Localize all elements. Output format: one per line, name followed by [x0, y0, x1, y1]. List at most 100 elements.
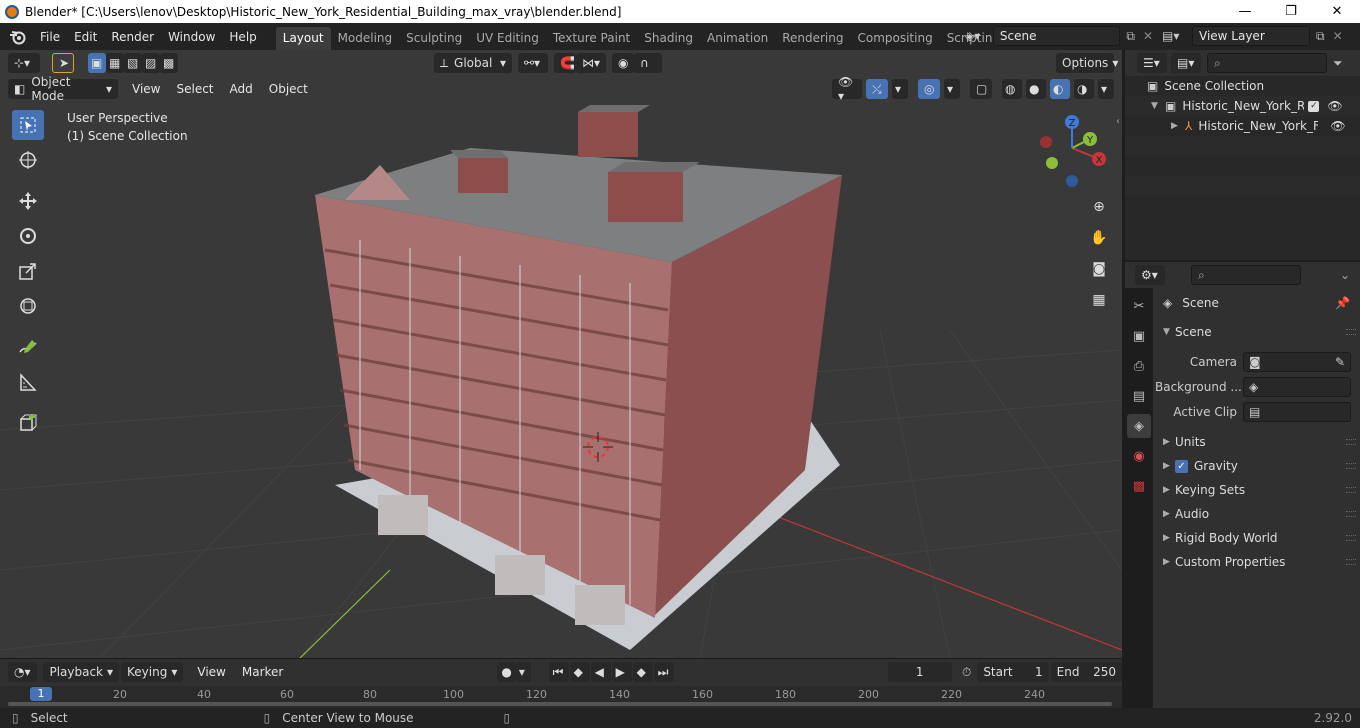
wireframe-shading-icon[interactable]: ◍	[1002, 79, 1022, 99]
select-box-tool-icon[interactable]	[12, 110, 44, 140]
eye-icon[interactable]: 👁	[1327, 99, 1342, 113]
select-extend-icon[interactable]: ▦	[106, 53, 124, 73]
timeline-ruler[interactable]: 1 20 40 60 80 100 120 140 160 180 200 22…	[0, 686, 1122, 708]
navigation-gizmo[interactable]: X Y Z	[1034, 110, 1114, 190]
outliner-editor-type-button[interactable]: ☰▾	[1137, 53, 1167, 73]
camera-field[interactable]: ◙ ✎	[1243, 352, 1351, 372]
background-field[interactable]: ◈	[1243, 377, 1351, 397]
tool-tab-icon[interactable]: ✂	[1127, 294, 1151, 318]
close-button[interactable]: ✕	[1314, 0, 1360, 23]
pin-icon[interactable]: 📌	[1335, 296, 1350, 310]
sidebar-toggle-icon[interactable]: ‹	[1116, 116, 1120, 127]
exclude-checkbox[interactable]: ✓	[1308, 100, 1320, 112]
menu-select[interactable]: Select	[168, 82, 221, 96]
menu-add[interactable]: Add	[222, 82, 261, 96]
rotate-tool-icon[interactable]	[12, 221, 44, 251]
display-mode-dropdown[interactable]: ▤▾	[1171, 53, 1201, 73]
panel-audio-header[interactable]: ▶ Audio	[1155, 502, 1360, 526]
view-layer-tab-icon[interactable]: ▤	[1127, 384, 1151, 408]
menu-render[interactable]: Render	[104, 30, 161, 44]
output-tab-icon[interactable]: ⎙	[1127, 354, 1151, 378]
outliner-search-input[interactable]: ⌕	[1207, 53, 1327, 73]
panel-rigid-body-world-header[interactable]: ▶ Rigid Body World	[1155, 526, 1360, 550]
properties-search-input[interactable]: ⌕	[1191, 265, 1301, 285]
blender-logo-icon[interactable]	[9, 28, 27, 46]
chevron-down-icon[interactable]: ⌄	[1340, 268, 1350, 282]
object-mode-dropdown[interactable]: ◧ Object Mode ▾	[8, 75, 118, 103]
eye-icon[interactable]: 👁	[1330, 119, 1345, 133]
playback-dropdown[interactable]: Playback ▾	[43, 662, 120, 682]
editor-type-button[interactable]: ⊹▾	[8, 53, 40, 73]
tab-uv-editing[interactable]: UV Editing	[469, 27, 546, 50]
rendered-shading-icon[interactable]: ◑	[1074, 79, 1094, 99]
render-tab-icon[interactable]: ▣	[1127, 324, 1151, 348]
timeline-menu-marker[interactable]: Marker	[234, 665, 291, 679]
timeline-editor[interactable]: ◔▾ Playback ▾ Keying ▾ View Marker ● ▾ ⏮ ◆…	[0, 658, 1122, 708]
scene-tab-icon[interactable]: ◈	[1127, 414, 1151, 438]
menu-object[interactable]: Object	[261, 82, 316, 96]
scene-selector[interactable]: ◈▾ Scene ⧉ ✕	[965, 26, 1153, 46]
active-tool-icon[interactable]: ➤	[52, 53, 74, 73]
record-options-dropdown[interactable]: ▾	[515, 662, 531, 682]
ortho-grid-icon[interactable]: ▦	[1086, 287, 1112, 313]
remove-scene-icon[interactable]: ✕	[1143, 29, 1153, 43]
options-dropdown[interactable]: Options ▾	[1056, 53, 1118, 73]
pan-hand-icon[interactable]: ✋	[1086, 225, 1112, 251]
drag-handle-icon[interactable]	[1346, 463, 1356, 469]
zoom-icon[interactable]: ⊕	[1086, 194, 1112, 220]
filter-icon[interactable]: ⏷	[1333, 56, 1343, 71]
minimize-button[interactable]: —	[1222, 0, 1268, 23]
tab-texture-paint[interactable]: Texture Paint	[546, 27, 637, 50]
timeline-editor-type-button[interactable]: ◔▾	[8, 662, 38, 682]
panel-gravity-header[interactable]: ▶ ✓ Gravity	[1155, 454, 1360, 478]
scene-name-field[interactable]: Scene	[992, 26, 1121, 46]
select-subtract-icon[interactable]: ▧	[124, 53, 142, 73]
tab-layout[interactable]: Layout	[275, 27, 331, 50]
world-tab-icon[interactable]: ◉	[1127, 444, 1151, 468]
outliner-row-object[interactable]: ▶ ⅄ Historic_New_York_F 👁	[1125, 116, 1360, 136]
tab-animation[interactable]: Animation	[700, 27, 775, 50]
remove-view-layer-icon[interactable]: ✕	[1333, 29, 1343, 43]
current-frame-field[interactable]: 1	[887, 662, 952, 682]
gizmo-toggle-icon[interactable]: ⤯	[866, 79, 888, 99]
proportional-edit-icon[interactable]: ◉	[612, 53, 634, 73]
prev-keyframe-icon[interactable]: ◆	[569, 662, 590, 682]
properties-editor[interactable]: ⚙▾ ⌕ ⌄ ✂ ▣ ⎙ ▤ ◈ ◉ ▩ ◈ Scene 📌 ▼ Scene C…	[1125, 262, 1360, 708]
active-clip-field[interactable]: ▤	[1243, 402, 1351, 422]
tab-modeling[interactable]: Modeling	[331, 27, 400, 50]
overlay-dropdown[interactable]: ▾	[944, 79, 960, 99]
material-preview-shading-icon[interactable]: ◐	[1050, 79, 1070, 99]
panel-scene-header[interactable]: ▼ Scene	[1155, 320, 1360, 344]
cursor-tool-icon[interactable]	[12, 145, 44, 175]
scale-tool-icon[interactable]	[12, 256, 44, 286]
shading-dropdown[interactable]: ▾	[1098, 79, 1114, 99]
visibility-dropdown[interactable]: 👁▾	[832, 75, 862, 103]
tab-rendering[interactable]: Rendering	[775, 27, 850, 50]
playhead[interactable]: 1	[30, 687, 52, 701]
end-frame-field[interactable]: End 250	[1050, 662, 1122, 682]
solid-shading-icon[interactable]: ●	[1026, 79, 1046, 99]
timeline-scrollbar[interactable]	[8, 702, 1112, 706]
record-keyframes-icon[interactable]: ●	[497, 662, 516, 682]
view-layer-selector[interactable]: ▤▾ View Layer ⧉ ✕	[1162, 26, 1360, 46]
select-new-icon[interactable]: ▣	[88, 53, 106, 73]
menu-view[interactable]: View	[124, 82, 168, 96]
panel-units-header[interactable]: ▶ Units	[1155, 430, 1360, 454]
overlay-toggle-icon[interactable]: ◎	[918, 79, 940, 99]
menu-help[interactable]: Help	[222, 30, 263, 44]
gizmo-dropdown[interactable]: ▾	[892, 79, 908, 99]
preview-range-icon[interactable]: ⏱	[962, 665, 971, 680]
new-scene-icon[interactable]: ⧉	[1126, 29, 1135, 44]
play-reverse-icon[interactable]: ◀	[590, 662, 611, 682]
menu-edit[interactable]: Edit	[67, 30, 104, 44]
drag-handle-icon[interactable]	[1346, 535, 1356, 541]
new-view-layer-icon[interactable]: ⧉	[1316, 29, 1325, 44]
outliner-row-collection[interactable]: ▼ ▣ Historic_New_York_Resic ✓ 👁	[1125, 96, 1360, 116]
outliner[interactable]: ☰▾ ▤▾ ⌕ ⏷ ▣ Scene Collection ▼ ▣ Histori…	[1125, 50, 1360, 260]
annotate-tool-icon[interactable]	[12, 332, 44, 362]
3d-viewport[interactable]: ⊹▾ ➤ ▣ ▦ ▧ ▨ ▩ ⟂ Global ▾ ⚯▾ 🧲 ⋈▾ ◉ ∩ Op…	[0, 50, 1122, 658]
drag-handle-icon[interactable]	[1346, 439, 1356, 445]
start-frame-field[interactable]: Start 1	[977, 662, 1049, 682]
maximize-button[interactable]: ❐	[1268, 0, 1314, 23]
texture-tab-icon[interactable]: ▩	[1127, 474, 1151, 498]
